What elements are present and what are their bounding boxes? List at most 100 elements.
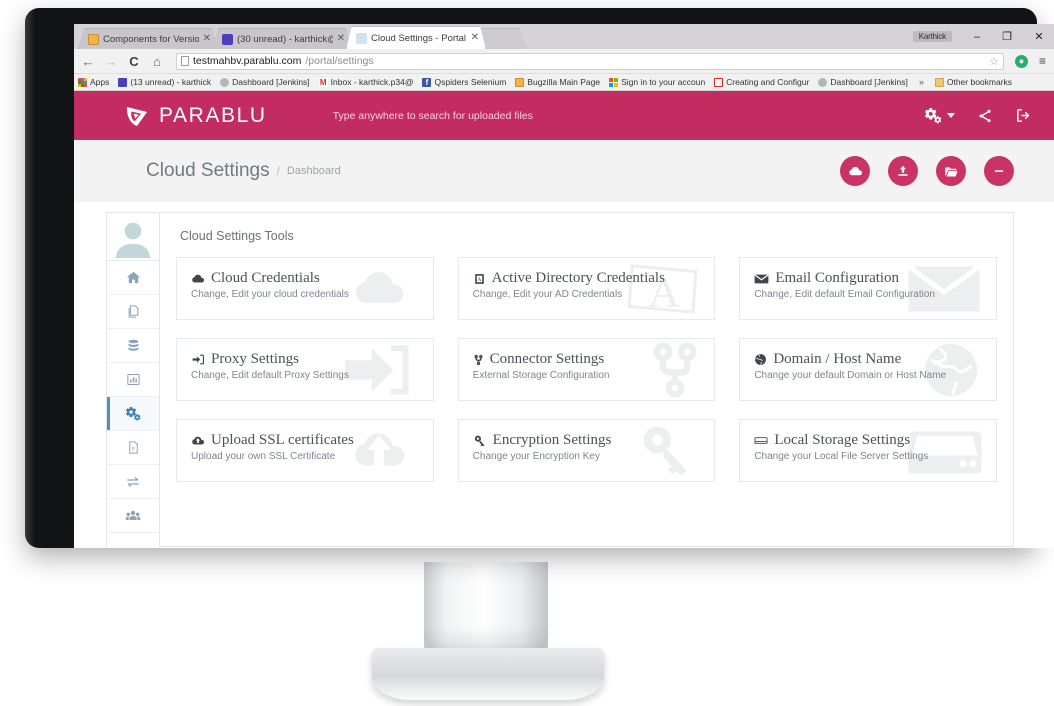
close-icon[interactable]: ✕ (471, 33, 479, 43)
sidebar-item-files[interactable] (107, 295, 159, 329)
chrome-browser-window: Components for Version 2 ✕ (30 unread) -… (74, 24, 1054, 548)
active-directory-icon: A (473, 272, 486, 286)
card-proxy-settings[interactable]: Proxy Settings Change, Edit default Prox… (176, 338, 434, 401)
bookmark-apps[interactable]: Apps (78, 77, 109, 87)
home-icon[interactable]: ⌂ (149, 54, 165, 69)
exchange-arrows-icon (127, 476, 139, 487)
page-header: Cloud Settings / Dashboard (74, 140, 1054, 202)
sidebar-avatar[interactable] (107, 213, 159, 261)
maximize-button[interactable]: ❐ (992, 24, 1022, 49)
bookmark-item[interactable]: Dashboard [Jenkins] (220, 77, 310, 87)
bookmark-item[interactable]: Bugzilla Main Page (515, 77, 600, 87)
users-group-icon (125, 510, 141, 520)
policy-file-icon: P (128, 441, 138, 454)
card-local-storage-settings[interactable]: Local Storage Settings Change your Local… (739, 419, 997, 482)
bookmark-item[interactable]: f Qspiders Selenium (422, 77, 506, 87)
bookmark-star-icon[interactable]: ☆ (989, 55, 999, 68)
bookmark-label: Qspiders Selenium (434, 77, 507, 87)
sidebar-item-database[interactable] (107, 329, 159, 363)
window-user-chip[interactable]: Karthick (912, 31, 952, 42)
minus-icon (994, 170, 1004, 172)
folder-icon (934, 77, 944, 87)
bookmark-label: Bugzilla Main Page (527, 77, 601, 87)
settings-card-grid: Cloud Credentials Change, Edit your clou… (176, 257, 997, 482)
topbar-actions (924, 106, 1032, 125)
reload-icon[interactable]: C (126, 54, 142, 69)
card-domain-host-name[interactable]: Domain / Host Name Change your default D… (739, 338, 997, 401)
cloud-button[interactable] (840, 156, 870, 186)
sidebar-item-home[interactable] (107, 261, 159, 295)
card-title: Encryption Settings (492, 432, 612, 448)
bookmark-item[interactable]: Sign in to your accoun (609, 77, 705, 87)
bookmark-label: Inbox - karthick.p34@ (330, 77, 414, 87)
parablu-app: PARABLU Type anywhere to search for uplo… (74, 91, 1054, 547)
sidebar-item-reports[interactable] (107, 363, 159, 397)
card-cloud-credentials[interactable]: Cloud Credentials Change, Edit your clou… (176, 257, 434, 320)
sidebar-item-settings[interactable] (107, 397, 159, 431)
bookmark-item[interactable]: Dashboard [Jenkins] (818, 77, 908, 87)
card-subtitle: Change, Edit default Proxy Settings (191, 370, 349, 381)
bookmark-item[interactable]: Creating and Configur (714, 77, 809, 87)
close-icon[interactable]: ✕ (203, 34, 211, 44)
address-bar[interactable]: testmahbv.parablu.com/portal/settings ☆ (176, 52, 1004, 70)
browser-tabstrip: Components for Version 2 ✕ (30 unread) -… (74, 24, 1054, 49)
browser-tab-3-active[interactable]: Cloud Settings - Portal - P ✕ (346, 26, 486, 49)
card-active-directory-credentials[interactable]: A A Active Directory Credentials Change,… (457, 257, 716, 320)
sidebar-item-transfers[interactable] (107, 465, 159, 499)
minimize-button[interactable]: – (962, 24, 992, 49)
logout-icon[interactable] (1015, 107, 1032, 124)
card-title-row: Upload SSL certificates (191, 432, 419, 449)
avatar (111, 215, 155, 258)
extension-icon[interactable]: ● (1014, 54, 1028, 68)
bookmark-item[interactable]: (13 unread) - karthick (118, 77, 211, 87)
bar-chart-icon (126, 374, 140, 385)
sidebar-item-policy[interactable]: P (107, 431, 159, 465)
browser-tab-1[interactable]: Components for Version 2 ✕ (78, 28, 218, 49)
card-connector-settings[interactable]: Connector Settings External Storage Conf… (457, 338, 716, 401)
folder-open-button[interactable] (936, 156, 966, 186)
page-info-icon[interactable] (181, 56, 189, 66)
card-subtitle: Change your Local File Server Settings (754, 451, 929, 462)
card-title: Cloud Credentials (211, 270, 320, 286)
close-icon[interactable]: ✕ (337, 34, 345, 44)
jenkins-icon (220, 77, 230, 87)
cloud-icon (191, 272, 205, 286)
page-title: Cloud Settings (146, 160, 270, 181)
card-title-row: Cloud Credentials (191, 270, 419, 287)
card-email-configuration[interactable]: Email Configuration Change, Edit default… (739, 257, 997, 320)
tab-title: Components for Version 2 (103, 33, 199, 45)
card-subtitle: External Storage Configuration (472, 370, 610, 381)
close-window-button[interactable]: ✕ (1022, 24, 1054, 49)
app-topbar: PARABLU Type anywhere to search for uplo… (74, 91, 1054, 140)
search-hint-text: Type anywhere to search for uploaded fil… (332, 109, 533, 122)
share-icon[interactable] (977, 108, 993, 124)
minus-button[interactable] (984, 156, 1014, 186)
upload-icon (898, 165, 908, 176)
breadcrumb-separator: / (276, 164, 280, 178)
back-icon[interactable]: ← (80, 54, 96, 69)
bookmarks-overflow-icon[interactable]: » (917, 77, 926, 87)
brand-logo[interactable]: PARABLU (124, 103, 267, 129)
bookmark-label: Dashboard [Jenkins] (830, 77, 908, 87)
other-bookmarks-folder[interactable]: Other bookmarks (934, 77, 1012, 87)
hdd-icon (754, 435, 768, 446)
forward-icon[interactable]: → (103, 54, 119, 69)
sidebar-item-users[interactable] (107, 499, 159, 533)
user-avatar-icon (116, 222, 150, 258)
bookmark-item[interactable]: M Inbox - karthick.p34@ (318, 77, 414, 87)
card-title: Upload SSL certificates (211, 432, 354, 448)
svg-text:A: A (477, 277, 481, 283)
chrome-menu-icon[interactable]: ≡ (1035, 54, 1050, 68)
card-subtitle: Change, Edit your cloud credentials (191, 289, 349, 300)
mail-icon (118, 77, 128, 87)
card-title-row: A Active Directory Credentials (473, 270, 701, 287)
card-title-row: Email Configuration (754, 270, 982, 287)
card-encryption-settings[interactable]: Encryption Settings Change your Encrypti… (457, 419, 716, 482)
upload-button[interactable] (888, 156, 918, 186)
gears-glyph (925, 108, 942, 124)
settings-gears-icon[interactable] (924, 106, 955, 125)
card-title: Proxy Settings (211, 351, 299, 367)
card-upload-ssl-certificates[interactable]: Upload SSL certificates Upload your own … (176, 419, 434, 482)
browser-tab-2[interactable]: (30 unread) - karthick@pa ✕ (212, 28, 352, 49)
card-title-row: Connector Settings (473, 351, 701, 368)
